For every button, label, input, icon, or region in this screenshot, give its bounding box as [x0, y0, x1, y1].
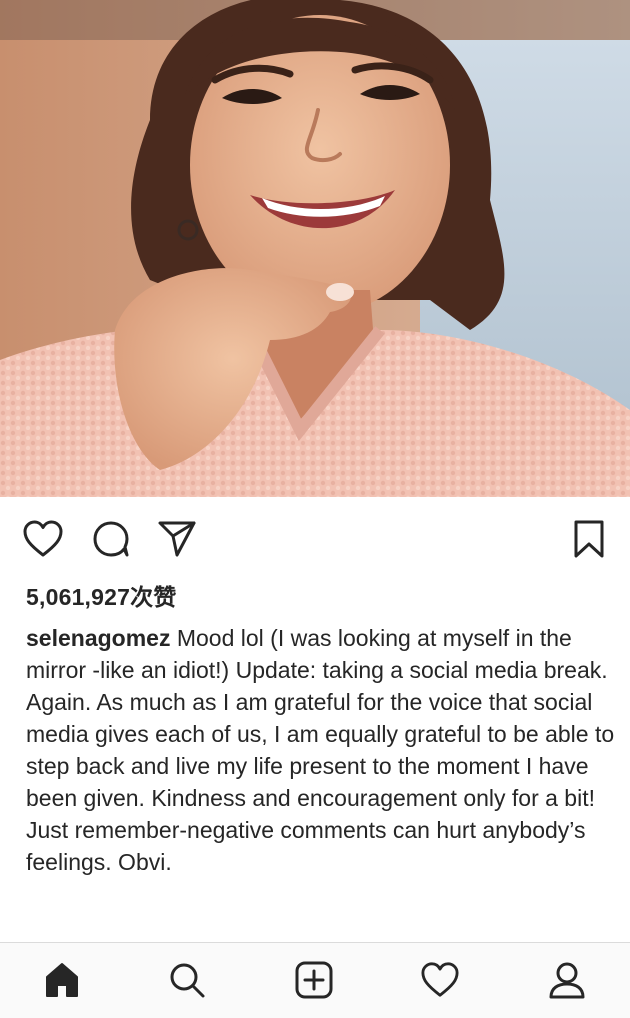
- tab-home[interactable]: [37, 957, 87, 1007]
- paper-plane-icon: [156, 519, 198, 559]
- plus-square-icon: [294, 960, 334, 1005]
- tab-activity[interactable]: [415, 957, 465, 1007]
- save-button[interactable]: [566, 516, 612, 562]
- home-filled-icon: [42, 960, 82, 1005]
- like-count[interactable]: 5,061,927次赞: [26, 578, 177, 612]
- tab-search[interactable]: [162, 957, 212, 1007]
- tab-profile[interactable]: [542, 957, 592, 1007]
- post-photo-illustration: [0, 0, 630, 497]
- bottom-tab-bar: [0, 942, 630, 1018]
- comment-button[interactable]: [88, 516, 134, 562]
- bookmark-icon: [572, 519, 606, 559]
- share-button[interactable]: [154, 516, 200, 562]
- tab-new-post[interactable]: [289, 957, 339, 1007]
- caption-text: Mood lol (I was looking at myself in the…: [26, 625, 615, 875]
- instagram-post-screen: 5,061,927次赞 selenagomez Mood lol (I was …: [0, 0, 630, 1018]
- heart-outline-icon: [22, 519, 64, 559]
- caption-username[interactable]: selenagomez: [26, 625, 170, 651]
- search-icon: [167, 960, 207, 1005]
- comment-bubble-icon: [91, 519, 131, 559]
- like-button[interactable]: [20, 516, 66, 562]
- post-photo[interactable]: [0, 0, 630, 497]
- post-caption: selenagomez Mood lol (I was looking at m…: [26, 622, 616, 878]
- post-action-bar: [0, 508, 630, 570]
- heart-outline-icon: [420, 961, 460, 1004]
- person-icon: [547, 960, 587, 1005]
